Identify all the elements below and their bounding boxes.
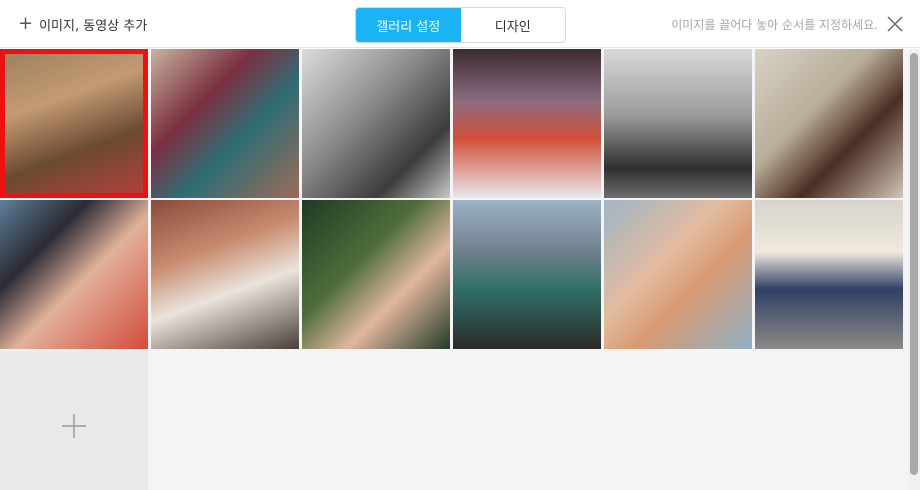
photo-brown-blouse-wall[interactable] [755, 49, 903, 198]
plus-icon [62, 414, 86, 438]
photo-floral-dress-garden[interactable] [302, 200, 450, 349]
add-media-button[interactable]: + 이미지, 동영상 추가 [18, 12, 147, 36]
photo-thumbnail [302, 49, 450, 198]
photo-bw-field-woman[interactable] [604, 49, 752, 198]
photo-brick-alley[interactable] [151, 200, 299, 349]
photo-thumbnail [755, 49, 903, 198]
photo-thumbnail [151, 49, 299, 198]
gallery-grid [0, 49, 908, 490]
photo-thumbnail [151, 200, 299, 349]
add-image-tile[interactable] [0, 351, 148, 490]
top-toolbar: + 이미지, 동영상 추가 갤러리 설정 디자인 이미지를 끌어다 놓아 순서를… [0, 0, 920, 48]
photo-thumbnail [0, 200, 148, 349]
photo-thumbnail [755, 200, 903, 349]
photo-turtleneck-portrait[interactable] [604, 200, 752, 349]
photo-thumbnail [302, 200, 450, 349]
photo-thumbnail [453, 49, 601, 198]
tab-design[interactable]: 디자인 [460, 8, 565, 42]
photo-thumbnail [604, 49, 752, 198]
photo-wide-brim-hat[interactable] [0, 200, 148, 349]
photo-thumbnail [453, 200, 601, 349]
photo-runway-show[interactable] [453, 49, 601, 198]
mode-tabs: 갤러리 설정 디자인 [355, 7, 566, 43]
photo-stairs-sitting[interactable] [755, 200, 903, 349]
photo-aztec-sweater[interactable] [151, 49, 299, 198]
photo-thumbnail [604, 200, 752, 349]
gallery-scrollbar[interactable] [908, 49, 920, 490]
plus-icon: + [18, 13, 34, 34]
close-icon[interactable] [886, 15, 904, 33]
reorder-hint: 이미지를 끌어다 놓아 순서를 지정하세요. [671, 18, 878, 32]
tab-gallery-settings[interactable]: 갤러리 설정 [356, 8, 461, 42]
photo-city-street-woman[interactable] [453, 200, 601, 349]
photo-thumbnail [0, 49, 148, 198]
photo-curly-hair-woman[interactable] [0, 49, 148, 198]
photo-fashion-backstage[interactable] [302, 49, 450, 198]
scrollbar-thumb[interactable] [910, 53, 918, 475]
add-media-label: 이미지, 동영상 추가 [39, 18, 148, 34]
